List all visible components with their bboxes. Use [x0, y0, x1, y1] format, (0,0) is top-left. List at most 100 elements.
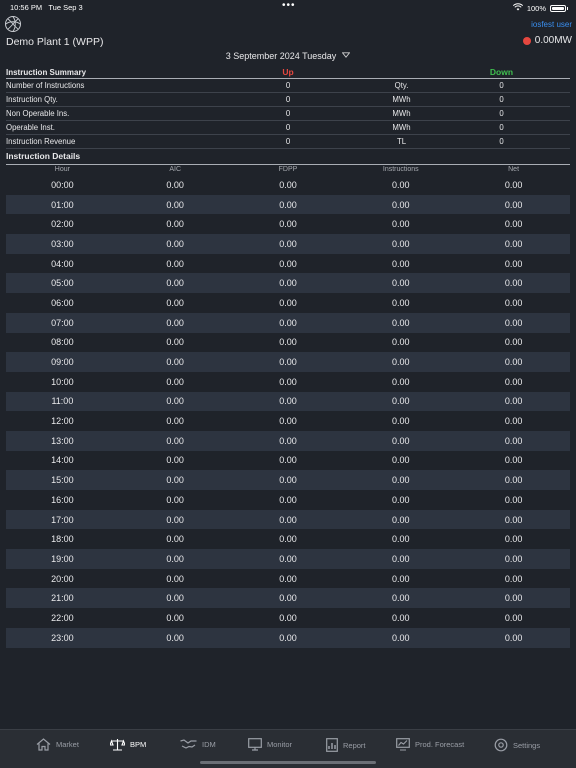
summary-label: Non Operable Ins.	[6, 109, 70, 118]
table-cell: 0.00	[504, 632, 523, 643]
table-cell: 0.00	[392, 238, 410, 249]
table-cell: 0.00	[504, 514, 523, 525]
table-cell: 18:00	[51, 534, 74, 545]
home-indicator[interactable]	[200, 761, 376, 764]
table-cell: 0.00	[279, 179, 297, 190]
table-cell: 0.00	[279, 632, 297, 643]
app-logo-icon[interactable]	[4, 15, 22, 33]
summary-label: Instruction Revenue	[6, 137, 76, 146]
table-cell: 0.00	[504, 435, 523, 446]
tab-settings[interactable]: Settings	[494, 738, 540, 752]
table-cell: 0.00	[279, 573, 297, 584]
table-cell: 0.00	[392, 199, 410, 210]
summary-label: Instruction Qty.	[6, 95, 58, 104]
table-cell: 0.00	[392, 376, 410, 387]
summary-header: Instruction Summary Up Down	[6, 66, 570, 79]
table-cell: 0.00	[279, 416, 297, 427]
details-body[interactable]: 00:00 0.00 0.00 0.00 0.00 01:00 0.00 0.00 0.00 0.…	[6, 175, 570, 648]
table-cell: 01:00	[51, 199, 74, 210]
summary-unit: MWh	[392, 123, 411, 132]
table-cell: 0.00	[392, 612, 410, 623]
table-cell: 0.00	[279, 278, 297, 289]
table-cell: 0.00	[392, 593, 410, 604]
tab-label: IDM	[202, 739, 216, 749]
table-row: 11:00 0.00 0.00 0.00 0.00	[6, 391, 570, 412]
monitor-icon	[248, 738, 262, 751]
table-cell: 05:00	[51, 278, 74, 289]
tab-label: Report	[343, 740, 366, 750]
table-cell: 0.00	[279, 593, 297, 604]
table-row: 07:00 0.00 0.00 0.00 0.00	[6, 312, 570, 333]
table-cell: 0.00	[166, 278, 184, 289]
table-cell: 0.00	[504, 357, 523, 368]
table-cell: 0.00	[166, 396, 184, 407]
tab-label: Monitor	[267, 740, 293, 749]
tab-label: Prod. Forecast	[415, 740, 465, 749]
user-link[interactable]: iosfest user	[531, 20, 572, 29]
table-cell: 0.00	[279, 455, 297, 466]
table-row: 15:00 0.00 0.00 0.00 0.00	[6, 470, 570, 490]
power-value: 0.00MW	[534, 35, 572, 46]
date-selector[interactable]: 3 September 2024 Tuesday	[0, 51, 576, 61]
table-row: 12:00 0.00 0.00 0.00 0.00	[6, 411, 570, 431]
status-bar: 10:56 PM Tue Sep 3 ••• 100%	[0, 0, 576, 14]
table-cell: 0.00	[392, 396, 410, 407]
table-cell: 0.00	[392, 416, 410, 427]
table-cell: 0.00	[166, 317, 184, 328]
summary-up-value: 0	[285, 123, 291, 132]
table-cell: 0.00	[166, 475, 184, 486]
summary-down-value: 0	[499, 81, 504, 90]
table-cell: 0.00	[392, 514, 410, 525]
table-cell: 03:00	[51, 238, 74, 249]
details-title: Instruction Details	[6, 151, 570, 165]
summary-row: Instruction Revenue 0 TL 0	[6, 135, 570, 149]
table-cell: 0.00	[504, 593, 523, 604]
table-cell: 0.00	[166, 416, 184, 427]
table-cell: 0.00	[279, 219, 297, 230]
table-cell: 08:00	[51, 337, 74, 348]
tab-bpm[interactable]: BPM	[110, 738, 146, 751]
table-cell: 0.00	[279, 514, 297, 525]
table-cell: 0.00	[504, 337, 523, 348]
table-cell: 0.00	[392, 297, 410, 308]
table-cell: 13:00	[51, 435, 74, 446]
table-row: 22:00 0.00 0.00 0.00 0.00	[6, 608, 570, 628]
summary-down-value: 0	[499, 123, 504, 132]
tab-idm[interactable]: IDM	[180, 738, 216, 750]
table-cell: 0.00	[166, 199, 184, 210]
tab-report[interactable]: Report	[326, 738, 366, 752]
table-cell: 20:00	[51, 573, 74, 584]
table-cell: 0.00	[279, 396, 297, 407]
plant-selector[interactable]: Demo Plant 1 (WPP)	[6, 36, 103, 48]
table-row: 19:00 0.00 0.00 0.00 0.00	[6, 549, 570, 569]
table-row: 14:00 0.00 0.00 0.00 0.00	[6, 451, 570, 471]
table-cell: 0.00	[504, 455, 523, 466]
table-cell: 0.00	[392, 219, 410, 230]
home-icon	[36, 738, 51, 751]
tab-label: Settings	[513, 740, 541, 750]
tab-market[interactable]: Market	[36, 738, 79, 751]
table-cell: 21:00	[51, 593, 74, 604]
table-cell: 0.00	[166, 494, 184, 505]
table-row: 03:00 0.00 0.00 0.00 0.00	[6, 234, 570, 254]
table-cell: 0.00	[392, 534, 410, 545]
table-cell: 0.00	[392, 258, 410, 269]
table-row: 16:00 0.00 0.00 0.00 0.00	[6, 490, 570, 510]
table-cell: 0.00	[504, 416, 523, 427]
table-cell: 0.00	[279, 357, 297, 368]
table-cell: 0.00	[166, 357, 184, 368]
table-cell: 0.00	[504, 238, 523, 249]
instruction-details-table: Hour AIC FDPP Instructions Net 00:00 0.00…	[6, 164, 570, 648]
table-cell: 0.00	[504, 396, 523, 407]
table-cell: 09:00	[51, 357, 74, 368]
table-cell: 0.00	[166, 553, 184, 564]
table-row: 02:00 0.00 0.00 0.00 0.00	[6, 214, 570, 234]
summary-row: Operable Inst. 0 MWh 0	[6, 121, 570, 135]
column-header: Net	[508, 166, 520, 173]
tab-monitor[interactable]: Monitor	[248, 738, 292, 751]
multitasking-dots-icon[interactable]: •••	[282, 0, 296, 11]
battery-percent: 100%	[526, 3, 546, 13]
table-row: 23:00 0.00 0.00 0.00 0.00	[6, 627, 570, 648]
table-cell: 0.00	[279, 494, 297, 505]
tab-prod-forecast[interactable]: Prod. Forecast	[396, 738, 464, 751]
